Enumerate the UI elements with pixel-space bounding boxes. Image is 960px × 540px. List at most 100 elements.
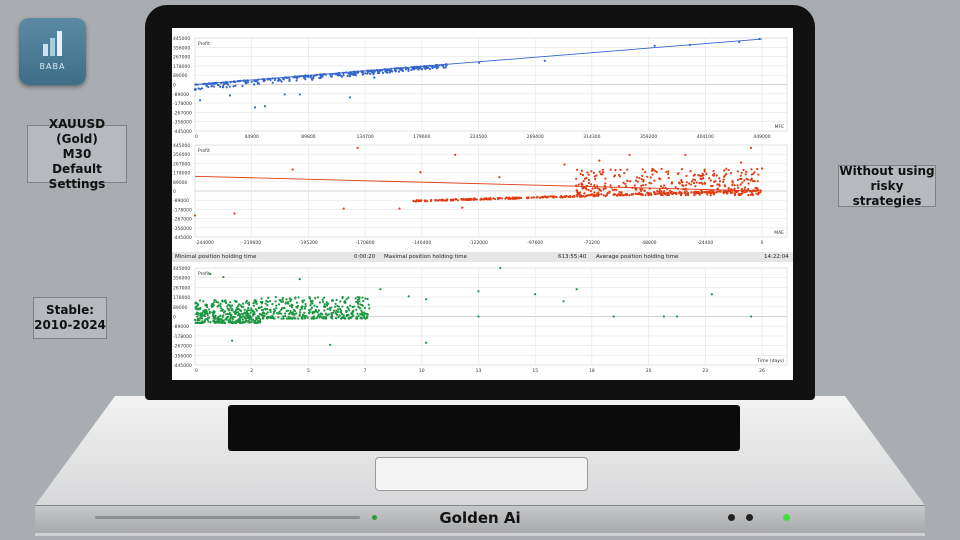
x-tick-label: 7 <box>364 368 367 374</box>
dense-point <box>225 86 228 89</box>
dense-point <box>671 192 674 196</box>
dense-point <box>722 178 725 181</box>
dense-point <box>234 308 238 312</box>
dense-point <box>664 193 667 196</box>
data-point <box>356 146 359 149</box>
dense-point <box>236 311 240 314</box>
dense-point <box>718 177 721 180</box>
port-icon <box>728 514 735 521</box>
dense-point <box>581 173 585 177</box>
dense-point <box>261 317 265 320</box>
data-point <box>291 168 294 171</box>
dense-point <box>341 295 344 299</box>
dense-point <box>250 80 253 83</box>
dense-point <box>702 174 705 177</box>
dense-point <box>217 304 220 307</box>
dense-point <box>486 198 489 201</box>
dense-point <box>292 316 295 319</box>
dense-point <box>685 181 688 184</box>
dense-point <box>351 315 354 318</box>
dense-point <box>734 192 737 195</box>
dense-point <box>253 83 256 86</box>
dense-point <box>207 316 210 319</box>
dense-point <box>238 314 241 317</box>
x-tick-label: 0 <box>195 368 198 374</box>
dense-point <box>356 295 359 299</box>
dense-point <box>623 172 626 175</box>
dense-point <box>593 175 596 178</box>
dense-point <box>348 309 351 312</box>
dense-point <box>263 314 266 317</box>
dense-point <box>324 317 328 320</box>
dense-point <box>635 176 639 179</box>
dense-point <box>228 318 231 321</box>
dense-point <box>239 304 242 307</box>
dense-point <box>725 173 728 176</box>
dense-point <box>429 199 432 203</box>
y-tick-label: 89000 <box>173 305 187 311</box>
dense-point <box>288 297 291 300</box>
dense-point <box>273 317 276 320</box>
dense-point <box>296 317 300 320</box>
dense-point <box>744 173 747 176</box>
y-tick-label: 267000 <box>173 55 190 61</box>
data-point <box>263 105 267 108</box>
y-axis-label: Profit <box>198 271 210 277</box>
dense-point <box>216 320 219 323</box>
dense-point <box>330 306 333 309</box>
dense-point <box>335 298 338 301</box>
dense-point <box>702 177 705 180</box>
dense-point <box>419 199 422 203</box>
dense-point <box>353 305 356 308</box>
dense-point <box>602 187 605 190</box>
data-point <box>298 93 301 96</box>
dense-point <box>319 312 322 315</box>
dense-point <box>582 179 585 183</box>
dense-point <box>294 317 297 320</box>
dense-point <box>462 197 465 201</box>
dense-point <box>250 307 253 310</box>
dense-point <box>334 302 337 306</box>
dense-point <box>221 299 224 302</box>
data-point <box>419 171 422 174</box>
dense-point <box>564 195 567 199</box>
dense-point <box>360 309 363 312</box>
dense-point <box>247 314 250 317</box>
dense-point <box>629 180 632 183</box>
dense-point <box>259 318 262 321</box>
dense-point <box>240 321 243 324</box>
dense-point <box>624 182 627 185</box>
dense-point <box>260 297 263 300</box>
dense-point <box>342 74 345 77</box>
dense-point <box>649 176 652 179</box>
dense-point <box>580 194 583 197</box>
dense-point <box>366 313 369 316</box>
dense-point <box>338 73 341 76</box>
dense-point <box>452 199 455 202</box>
dense-point <box>580 169 584 172</box>
dense-point <box>211 302 214 306</box>
dense-point <box>659 178 662 181</box>
data-point <box>373 76 376 79</box>
dense-point <box>252 321 256 324</box>
dense-point <box>363 311 366 314</box>
dense-point <box>219 305 222 308</box>
dense-point <box>483 197 486 200</box>
dense-point <box>315 310 318 313</box>
dense-point <box>381 71 385 74</box>
dense-point <box>368 72 372 75</box>
dense-point <box>361 304 364 307</box>
dense-point <box>366 316 369 319</box>
dense-point <box>614 169 617 172</box>
dense-point <box>246 316 249 319</box>
dense-point <box>347 316 350 320</box>
dense-point <box>411 67 415 70</box>
data-point <box>348 96 352 99</box>
dense-point <box>360 316 363 319</box>
dense-point <box>391 70 394 73</box>
x-tick-label: -122000 <box>469 240 488 246</box>
dense-point <box>348 75 352 78</box>
dense-point <box>604 182 607 185</box>
dense-point <box>316 296 320 299</box>
dense-point <box>708 191 711 194</box>
